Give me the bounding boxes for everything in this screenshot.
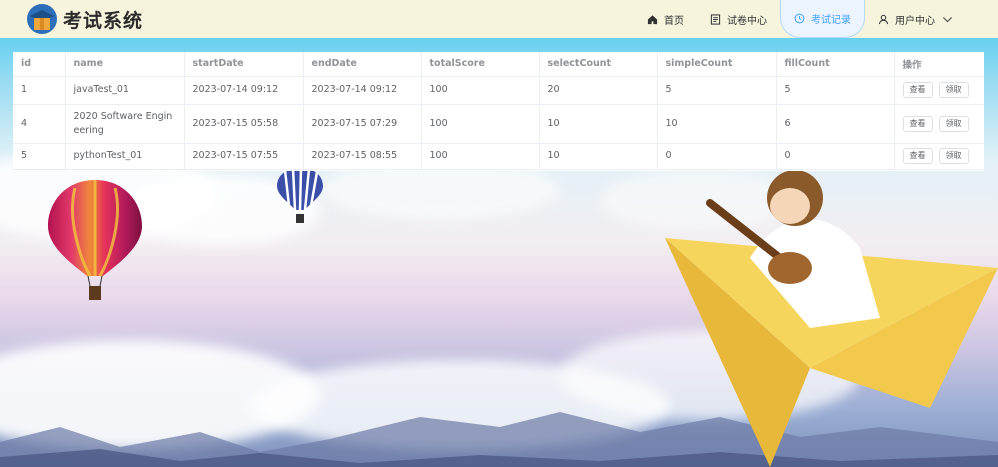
view-button[interactable]: 查看 — [902, 115, 933, 132]
view-button[interactable]: 查看 — [902, 148, 933, 164]
nav-item-exam-records[interactable]: 考试记录 — [780, 0, 865, 38]
table-row: 1 javaTest_01 2023-07-14 09:12 2023-07-1… — [13, 76, 984, 105]
cell-actions: 查看 领取 — [894, 104, 984, 144]
table-header-row: id name startDate endDate totalScore sel… — [13, 52, 984, 77]
cell-select-count: 10 — [539, 143, 658, 170]
nav-label-home: 首页 — [664, 15, 684, 27]
cell-end-date: 2023-07-14 09:12 — [303, 76, 422, 105]
cell-name: pythonTest_01 — [65, 143, 185, 170]
cell-fill-count: 5 — [776, 76, 895, 105]
column-header[interactable]: id — [13, 52, 66, 77]
cell-select-count: 20 — [539, 76, 658, 105]
cell-simple-count: 5 — [657, 76, 777, 105]
cell-fill-count: 0 — [776, 143, 895, 170]
cell-name: javaTest_01 — [65, 76, 185, 105]
cell-total-score: 100 — [421, 104, 540, 144]
hot-air-balloon-small — [277, 168, 323, 223]
column-header[interactable]: selectCount — [539, 52, 658, 77]
home-icon — [647, 14, 658, 24]
cell-simple-count: 10 — [657, 104, 777, 144]
main-nav: 首页 试卷中心 考试记录 用户中心 — [634, 0, 972, 38]
cell-actions: 查看 领取 — [894, 76, 984, 105]
cell-start-date: 2023-07-15 07:55 — [184, 143, 304, 170]
column-header[interactable]: totalScore — [421, 52, 540, 77]
cell-end-date: 2023-07-15 07:29 — [303, 104, 422, 144]
cell-id: 4 — [13, 104, 66, 144]
claim-button[interactable]: 领取 — [938, 82, 969, 98]
cell-fill-count: 6 — [776, 104, 895, 144]
column-header[interactable]: 操作 — [894, 52, 984, 77]
view-button[interactable]: 查看 — [902, 82, 933, 98]
cell-name: 2020 Software Engineering — [65, 104, 185, 144]
nav-label-user-center: 用户中心 — [895, 15, 935, 27]
claim-button[interactable]: 领取 — [938, 115, 969, 132]
claim-button[interactable]: 领取 — [938, 148, 969, 164]
app-title: 考试系统 — [63, 10, 144, 32]
cell-simple-count: 0 — [657, 143, 777, 170]
cell-total-score: 100 — [421, 143, 540, 170]
nav-label-exam-records: 考试记录 — [811, 15, 851, 26]
paper-plane-girl-illustration — [665, 170, 998, 467]
column-header[interactable]: name — [65, 52, 185, 77]
hot-air-balloon-left — [48, 180, 142, 300]
column-header[interactable]: fillCount — [776, 52, 895, 77]
user-icon — [878, 14, 889, 24]
cell-end-date: 2023-07-15 08:55 — [303, 143, 422, 170]
cell-total-score: 100 — [421, 76, 540, 105]
exam-records-table: id name startDate endDate totalScore sel… — [13, 52, 984, 171]
clock-icon — [794, 13, 805, 24]
table-row: 5 pythonTest_01 2023-07-15 07:55 2023-07… — [13, 143, 984, 170]
nav-label-paper-center: 试卷中心 — [727, 15, 767, 27]
column-header[interactable]: endDate — [303, 52, 422, 77]
nav-item-paper-center[interactable]: 试卷中心 — [697, 0, 780, 38]
cell-id: 5 — [13, 143, 66, 170]
top-navbar: 考试系统 首页 试卷中心 考试记录 用户中心 — [0, 0, 998, 38]
document-icon — [710, 13, 721, 25]
logo-icon — [27, 4, 57, 34]
cell-start-date: 2023-07-14 09:12 — [184, 76, 304, 105]
nav-item-home[interactable]: 首页 — [634, 0, 697, 38]
cell-select-count: 10 — [539, 104, 658, 144]
column-header[interactable]: startDate — [184, 52, 304, 77]
chevron-down-icon — [942, 16, 953, 23]
table-row: 4 2020 Software Engineering 2023-07-15 0… — [13, 104, 984, 144]
nav-item-user-center[interactable]: 用户中心 — [865, 0, 972, 38]
column-header[interactable]: simpleCount — [657, 52, 777, 77]
cell-start-date: 2023-07-15 05:58 — [184, 104, 304, 144]
cell-id: 1 — [13, 76, 66, 105]
cell-actions: 查看 领取 — [894, 143, 984, 170]
